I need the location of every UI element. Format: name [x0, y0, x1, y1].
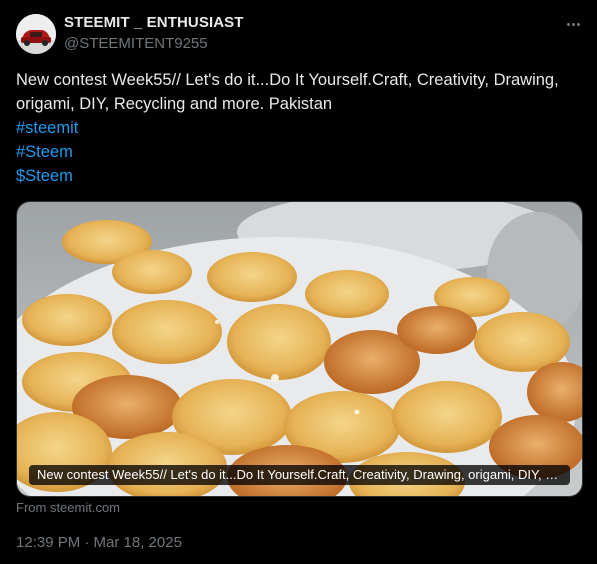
cashtag-link[interactable]: $Steem [16, 164, 576, 188]
more-options-button[interactable] [561, 14, 585, 34]
source-domain-link[interactable]: From steemit.com [16, 500, 120, 515]
tweet-timestamp[interactable]: 12:39 PM · Mar 18, 2025 [16, 534, 182, 551]
author-handle[interactable]: @STEEMITENT9255 [64, 35, 244, 53]
more-horizontal-icon [566, 22, 570, 26]
card-caption: New contest Week55// Let's do it...Do It… [29, 464, 570, 486]
author-block: STEEMIT _ ENTHUSIAST @STEEMITENT9255 [64, 14, 244, 53]
tweet-text: New contest Week55// Let's do it...Do It… [16, 68, 576, 188]
avatar[interactable] [16, 14, 56, 54]
card-caption-text: New contest Week55// Let's do it...Do It… [29, 465, 570, 485]
tweet-body: New contest Week55// Let's do it...Do It… [16, 71, 559, 113]
fried-potato-chips-image [17, 202, 582, 496]
more-dot [576, 22, 580, 26]
red-car-avatar-icon [16, 14, 56, 54]
more-dot [571, 22, 575, 26]
tweet: STEEMIT _ ENTHUSIAST @STEEMITENT9255 New… [0, 0, 597, 564]
hashtag-link[interactable]: #Steem [16, 140, 576, 164]
hashtag-link[interactable]: #steemit [16, 116, 576, 140]
author-display-name[interactable]: STEEMIT _ ENTHUSIAST [64, 14, 244, 32]
link-card[interactable]: New contest Week55// Let's do it...Do It… [16, 201, 583, 497]
